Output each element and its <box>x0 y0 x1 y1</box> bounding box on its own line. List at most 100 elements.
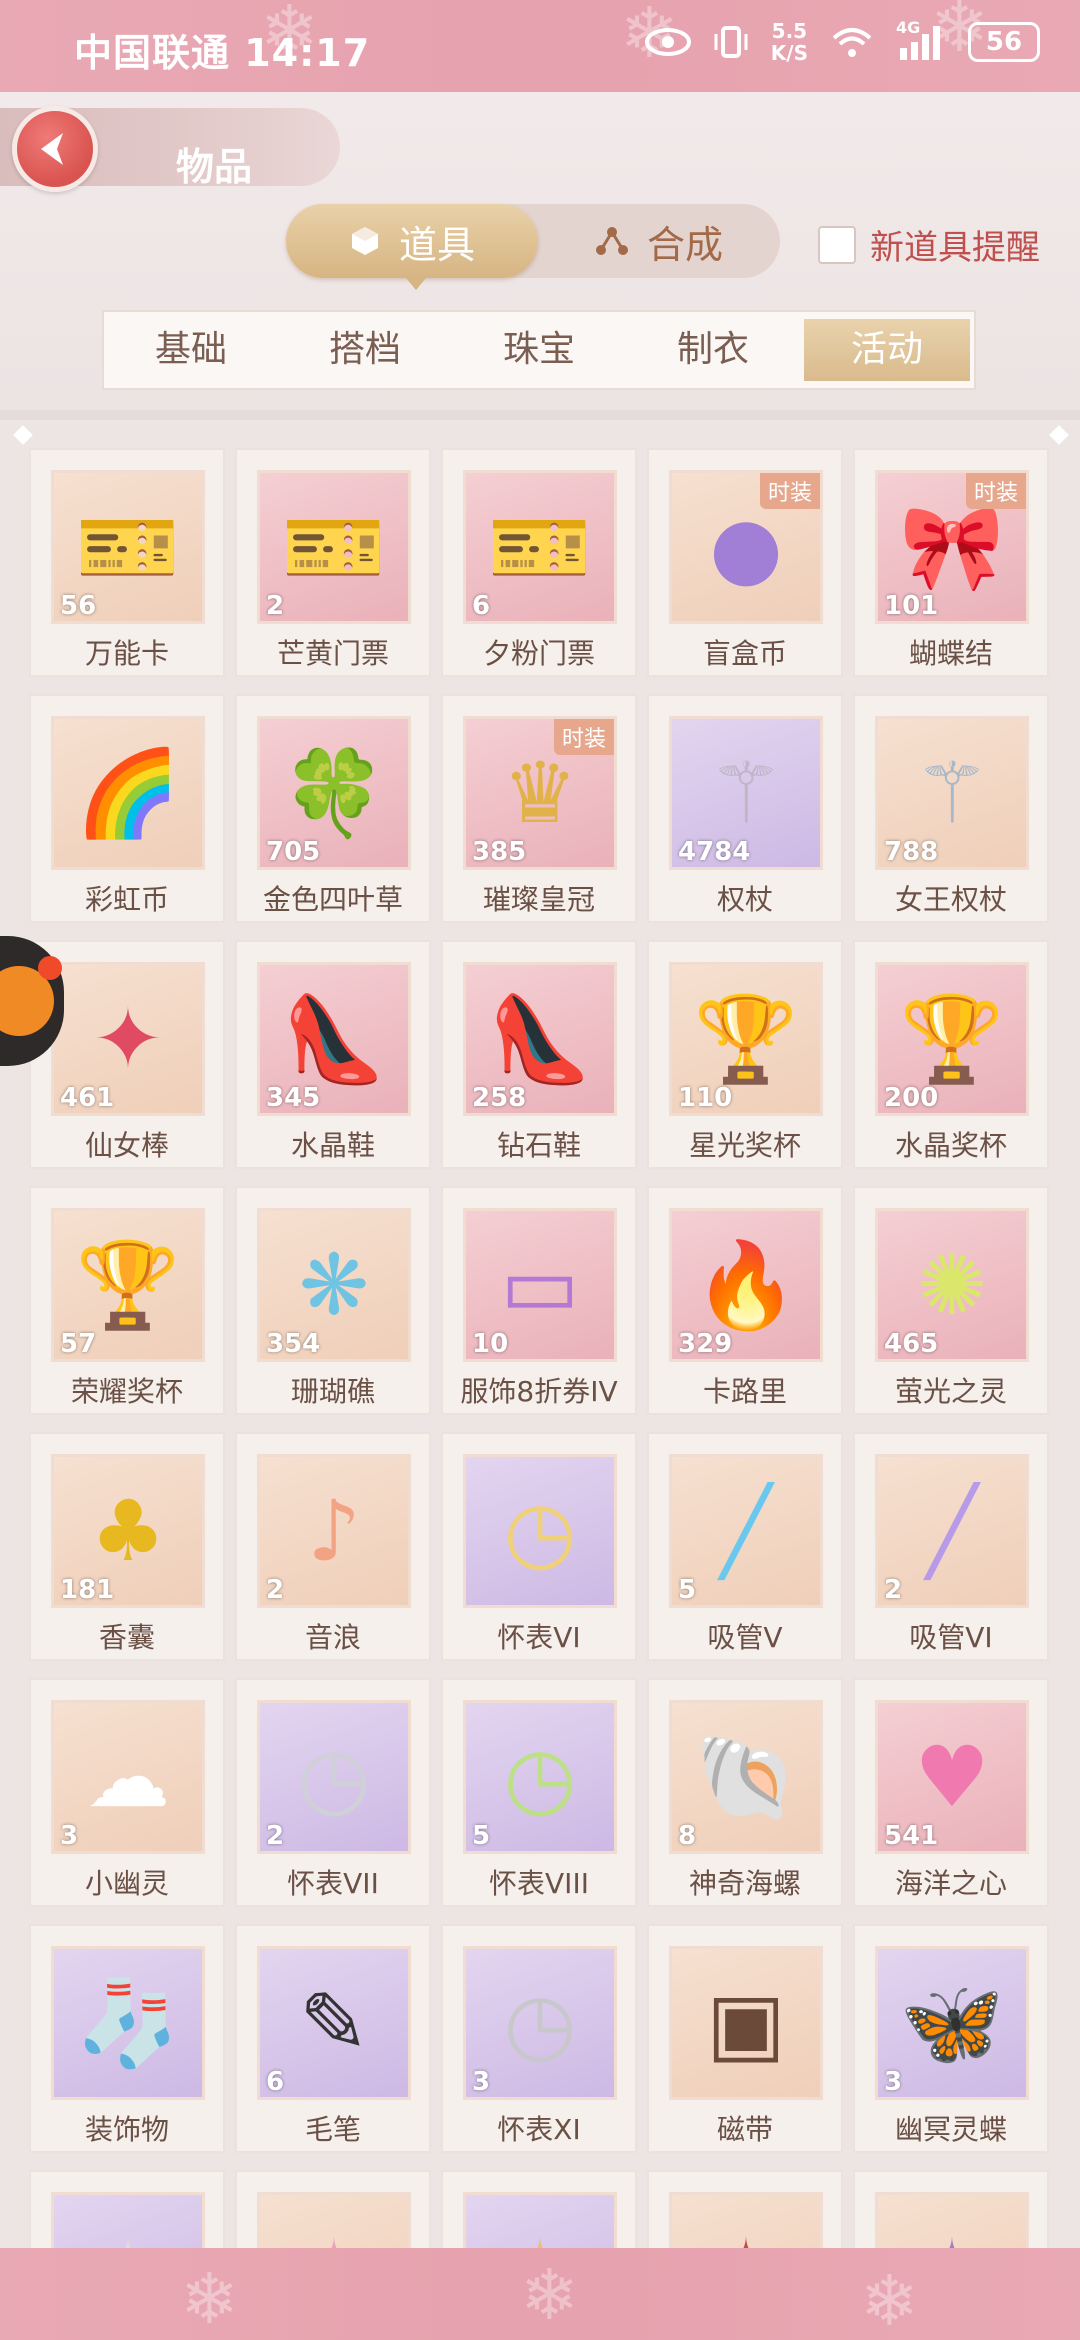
item-card[interactable]: 🐚 8 神奇海螺 <box>647 1678 843 1907</box>
item-card[interactable]: ♣ 181 香囊 <box>29 1432 225 1661</box>
mascot-icon <box>0 956 62 1036</box>
item-card[interactable]: ✎ 6 毛笔 <box>235 1924 431 2153</box>
item-card[interactable]: 🏆 110 星光奖杯 <box>647 940 843 1169</box>
item-thumbnail: ✺ 465 <box>875 1208 1029 1362</box>
item-card[interactable]: ♛ 时装 385 璀璨皇冠 <box>441 694 637 923</box>
back-arrow-icon <box>41 133 63 165</box>
grid-divider <box>0 410 1080 420</box>
item-count: 3 <box>472 2067 491 2097</box>
item-card[interactable]: 🦋 3 幽冥灵蝶 <box>853 1924 1049 2153</box>
item-name: 钻石鞋 <box>496 1129 581 1162</box>
item-name: 怀表VII <box>287 1867 379 1900</box>
item-name: 毛笔 <box>304 2113 361 2146</box>
item-card[interactable]: 👠 258 钻石鞋 <box>441 940 637 1169</box>
item-name: 神奇海螺 <box>688 1867 801 1900</box>
item-card[interactable]: ▭ 10 服饰8折券IV <box>441 1186 637 1415</box>
category-tab-basic[interactable]: 基础 <box>108 319 274 381</box>
item-card[interactable]: ☁ 3 小幽灵 <box>29 1678 225 1907</box>
item-card[interactable]: ◷ 5 怀表VIII <box>441 1678 637 1907</box>
item-card[interactable]: ▣ 磁带 <box>647 1924 843 2153</box>
item-thumbnail: 🏆 110 <box>669 962 823 1116</box>
item-card[interactable]: 🔥 329 卡路里 <box>647 1186 843 1415</box>
item-count: 57 <box>60 1329 97 1359</box>
net-speed-value: 5.5 <box>771 19 808 43</box>
item-name: 磁带 <box>716 2113 773 2146</box>
item-card[interactable]: 🧦 装饰物 <box>29 1924 225 2153</box>
item-card[interactable]: ♪ 2 音浪 <box>235 1432 431 1661</box>
item-card[interactable]: ⚚ 4784 权杖 <box>647 694 843 923</box>
item-count: 2 <box>266 1821 285 1851</box>
item-name: 荣耀奖杯 <box>70 1375 183 1408</box>
item-count: 10 <box>472 1329 509 1359</box>
item-card[interactable]: ◷ 3 怀表XI <box>441 1924 637 2153</box>
item-thumbnail: ♪ 2 <box>257 1454 411 1608</box>
item-count: 5 <box>678 1575 697 1605</box>
item-count: 3 <box>60 1821 79 1851</box>
item-card[interactable]: ╱ 5 吸管V <box>647 1432 843 1661</box>
item-card[interactable]: 🏆 57 荣耀奖杯 <box>29 1186 225 1415</box>
rainbow-icon: 🌈 <box>75 743 181 842</box>
item-thumbnail: 👠 345 <box>257 962 411 1116</box>
item-card[interactable]: ╱ 2 吸管VI <box>853 1432 1049 1661</box>
item-card[interactable]: ● 时装 盲盒币 <box>647 448 843 677</box>
item-count: 354 <box>266 1329 321 1359</box>
pocket-watch-icon: ◷ <box>503 1482 577 1580</box>
item-name: 珊瑚礁 <box>290 1375 375 1408</box>
item-card[interactable]: 🎫 2 芒黄门票 <box>235 448 431 677</box>
item-card[interactable]: ❋ 354 珊瑚礁 <box>235 1186 431 1415</box>
item-name: 水晶奖杯 <box>894 1129 1007 1162</box>
back-button[interactable] <box>12 106 98 192</box>
cube-icon <box>351 227 378 255</box>
item-grid: 🎫 56 万能卡 🎫 2 芒黄门票 🎫 6 夕粉门票 ● 时装 盲盒币 🎀 时装 101 蝴蝶结 🌈 彩虹币 🍀 70… <box>29 448 1049 2340</box>
item-name: 怀表VIII <box>489 1867 589 1900</box>
item-name: 萤光之灵 <box>894 1375 1007 1408</box>
item-card[interactable]: 🎫 6 夕粉门票 <box>441 448 637 677</box>
item-card[interactable]: 🍀 705 金色四叶草 <box>235 694 431 923</box>
new-item-reminder[interactable]: 新道具提醒 <box>818 220 1040 269</box>
item-count: 461 <box>60 1083 115 1113</box>
category-tab-partner[interactable]: 搭档 <box>282 319 448 381</box>
item-card[interactable]: 🏆 200 水晶奖杯 <box>853 940 1049 1169</box>
item-card[interactable]: ◷ 怀表VI <box>441 1432 637 1661</box>
network-type: 4G <box>896 18 921 37</box>
item-count: 8 <box>678 1821 697 1851</box>
item-thumbnail: 🦋 3 <box>875 1946 1029 2100</box>
item-name: 香囊 <box>98 1621 155 1654</box>
item-thumbnail: ♣ 181 <box>51 1454 205 1608</box>
item-count: 56 <box>60 591 97 621</box>
category-tab-jewelry[interactable]: 珠宝 <box>456 319 622 381</box>
item-count: 101 <box>884 591 939 621</box>
item-thumbnail: ◷ <box>463 1454 617 1608</box>
item-card[interactable]: ✺ 465 萤光之灵 <box>853 1186 1049 1415</box>
item-card[interactable]: 🎀 时装 101 蝴蝶结 <box>853 448 1049 677</box>
item-name: 吸管VI <box>909 1621 993 1654</box>
tab-items-label: 道具 <box>398 222 475 267</box>
cassette-icon: ▣ <box>706 1974 786 2072</box>
item-count: 258 <box>472 1083 527 1113</box>
item-thumbnail: ◷ 3 <box>463 1946 617 2100</box>
item-thumbnail: 🎫 2 <box>257 470 411 624</box>
item-count: 2 <box>884 1575 903 1605</box>
item-card[interactable]: 🌈 彩虹币 <box>29 694 225 923</box>
item-count: 110 <box>678 1083 733 1113</box>
category-tab-tailoring[interactable]: 制衣 <box>630 319 796 381</box>
item-tag-badge: 时装 <box>965 473 1026 509</box>
category-tab-event[interactable]: 活动 <box>804 319 970 381</box>
item-count: 6 <box>266 2067 285 2097</box>
item-card[interactable]: ◷ 2 怀表VII <box>235 1678 431 1907</box>
page-title: 物品 <box>176 145 253 189</box>
item-name: 怀表VI <box>497 1621 581 1654</box>
item-card[interactable]: 🎫 56 万能卡 <box>29 448 225 677</box>
reminder-checkbox[interactable] <box>818 225 856 264</box>
tab-synthesis[interactable]: 合成 <box>538 204 780 278</box>
item-thumbnail: ╱ 2 <box>875 1454 1029 1608</box>
item-thumbnail: ✎ 6 <box>257 1946 411 2100</box>
item-card[interactable]: ♥ 541 海洋之心 <box>853 1678 1049 1907</box>
item-name: 璀璨皇冠 <box>482 883 595 916</box>
tab-items[interactable]: 道具 <box>286 204 538 278</box>
item-count: 2 <box>266 1575 285 1605</box>
item-name: 星光奖杯 <box>688 1129 801 1162</box>
item-name: 幽冥灵蝶 <box>894 2113 1007 2146</box>
item-card[interactable]: ⚚ 788 女王权杖 <box>853 694 1049 923</box>
item-card[interactable]: 👠 345 水晶鞋 <box>235 940 431 1169</box>
